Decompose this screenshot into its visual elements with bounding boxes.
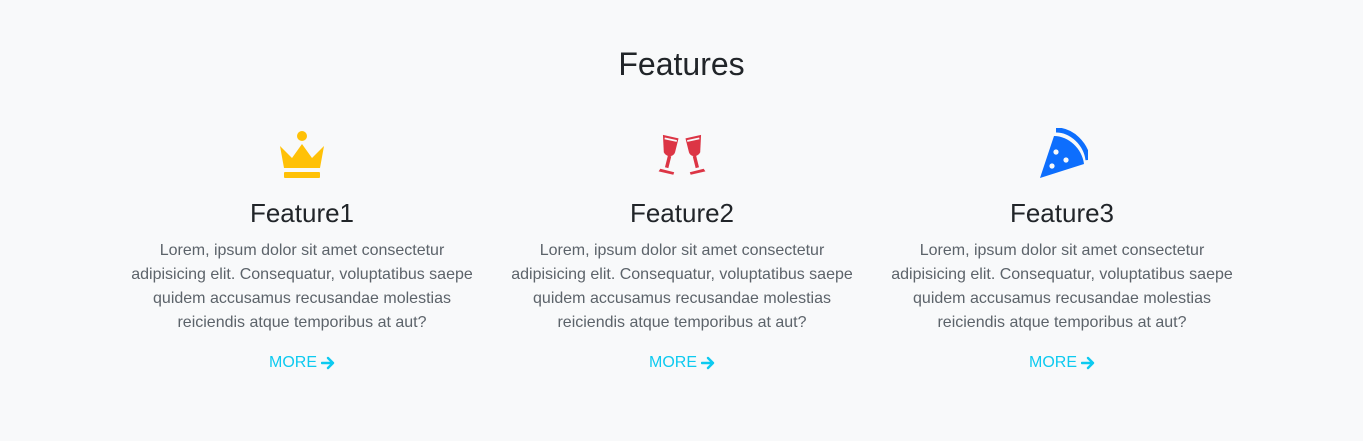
- feature-description: Lorem, ipsum dolor sit amet consectetur …: [511, 242, 853, 331]
- section-title: Features: [618, 46, 745, 82]
- pizza-icon: [1040, 128, 1088, 178]
- more-link-1[interactable]: MORE: [269, 352, 335, 374]
- features-section: Features Feature1 Lorem, ipsum dolor sit…: [0, 0, 1363, 441]
- feature-card-3: Feature3 Lorem, ipsum dolor sit amet con…: [872, 128, 1252, 374]
- more-link-label: MORE: [649, 354, 697, 371]
- feature-title: Feature1: [249, 198, 355, 228]
- feature-description: Lorem, ipsum dolor sit amet consectetur …: [891, 242, 1233, 331]
- feature-title: Feature2: [629, 198, 735, 228]
- feature-card-2: Feature2 Lorem, ipsum dolor sit amet con…: [492, 128, 872, 374]
- more-link-label: MORE: [1029, 354, 1077, 371]
- features-grid: Feature1 Lorem, ipsum dolor sit amet con…: [112, 128, 1252, 388]
- arrow-right-icon: [701, 356, 715, 370]
- more-link-2[interactable]: MORE: [649, 352, 715, 374]
- wine-glasses-icon: [658, 134, 706, 175]
- arrow-right-icon: [321, 356, 335, 370]
- crown-icon: [280, 131, 324, 178]
- feature-description: Lorem, ipsum dolor sit amet consectetur …: [131, 242, 473, 331]
- feature-title: Feature3: [1009, 198, 1115, 228]
- feature-card-1: Feature1 Lorem, ipsum dolor sit amet con…: [112, 128, 492, 374]
- more-link-3[interactable]: MORE: [1029, 352, 1095, 374]
- arrow-right-icon: [1081, 356, 1095, 370]
- more-link-label: MORE: [269, 354, 317, 371]
